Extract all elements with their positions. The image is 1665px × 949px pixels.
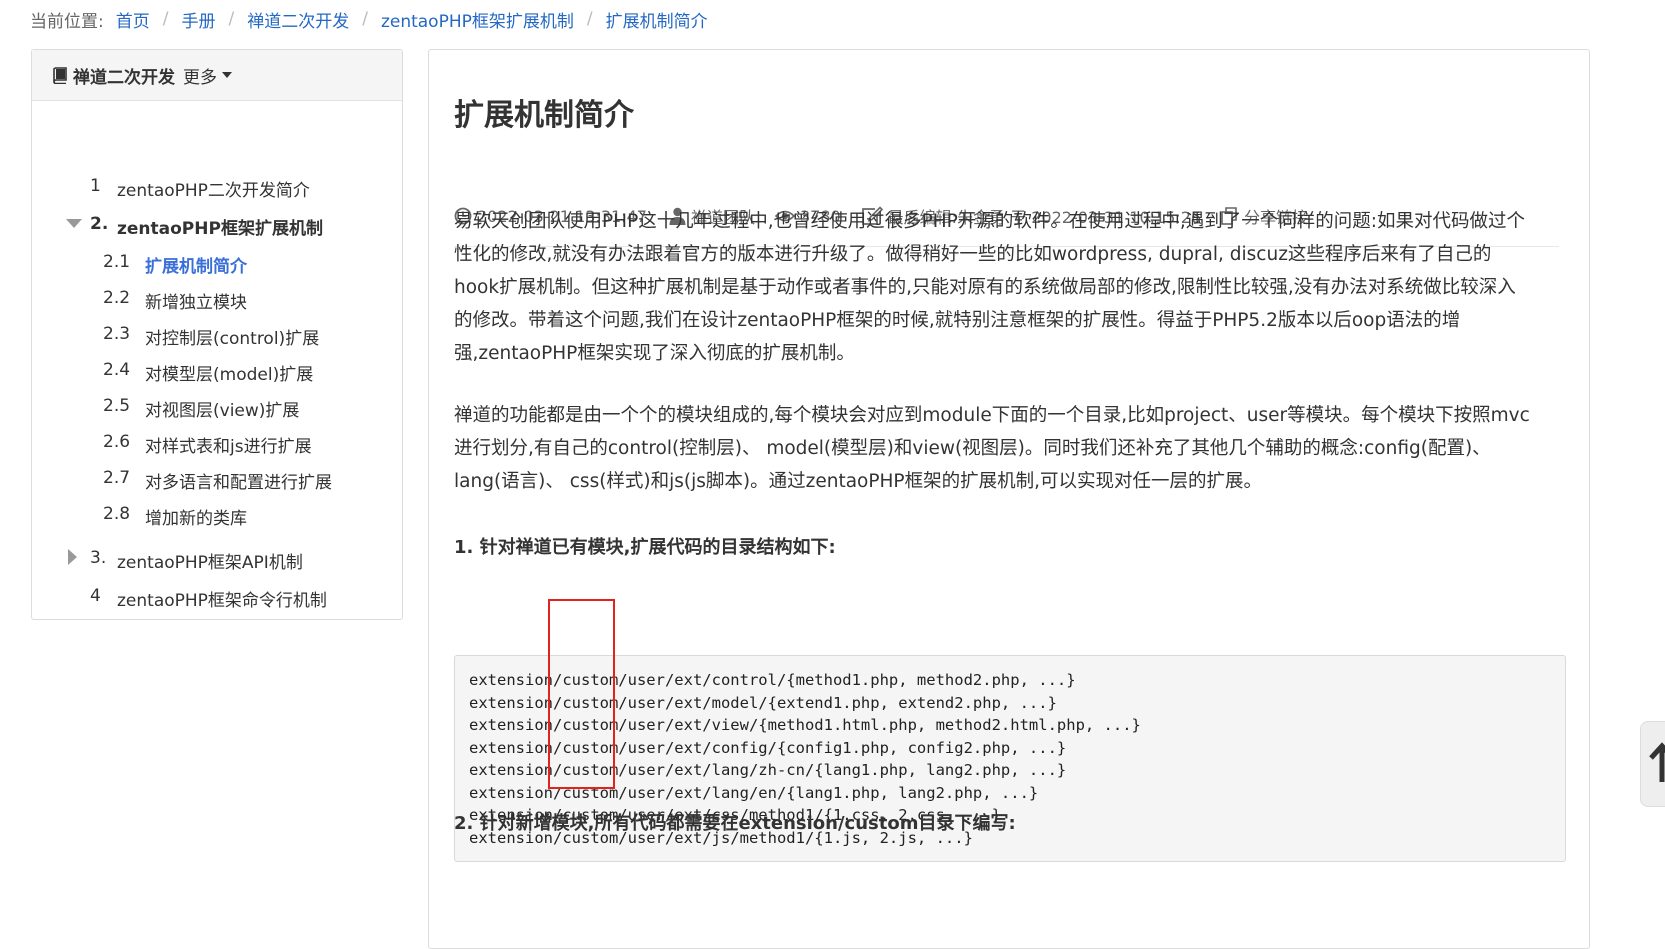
- toc-number: 2.4: [103, 360, 131, 380]
- code-line: extension/custom/user/ext/model/{extend1…: [469, 693, 1057, 712]
- code-line: extension/custom/user/ext/view/{method1.…: [469, 716, 1141, 734]
- toc-label: 对多语言和配置进行扩展: [145, 473, 332, 493]
- more-dropdown[interactable]: 更多: [183, 63, 232, 88]
- back-to-top-icon: [1649, 742, 1665, 782]
- breadcrumb-separator: /: [586, 9, 593, 29]
- book-icon: [53, 66, 67, 84]
- breadcrumb-extension-link[interactable]: zentaoPHP框架扩展机制: [381, 7, 574, 32]
- toc-label: 对视图层(view)扩展: [145, 401, 300, 421]
- more-label: 更多: [183, 67, 217, 88]
- toc-label: zentaoPHP二次开发简介: [117, 181, 310, 201]
- sidebar-title: 禅道二次开发: [73, 67, 175, 88]
- code-line: extension/custom/user/ext/config/{config…: [469, 738, 1067, 757]
- breadcrumb-home-link[interactable]: 首页: [116, 7, 150, 32]
- collapse-arrow-icon[interactable]: [66, 219, 82, 228]
- toc-label: 对样式表和js进行扩展: [145, 437, 312, 457]
- expand-arrow-icon[interactable]: [68, 549, 77, 565]
- toc-label: 增加新的类库: [145, 509, 247, 529]
- intro-paragraph-1: 易软天创团队使用PHP这十几年过程中,也曾经使用过很多PHP开源的软件。在使用过…: [454, 211, 1525, 364]
- code-line: extension/custom/user/ext/lang/en/{lang1…: [469, 783, 1039, 802]
- section-heading-2: 2. 针对新增模块,所有代码都需要在extension/custom目录下编写:: [454, 813, 1016, 834]
- sidebar-header: 禅道二次开发 更多: [32, 50, 402, 101]
- toc-number: 2.: [90, 214, 109, 234]
- caret-down-icon: [222, 72, 232, 78]
- breadcrumb-current-link[interactable]: 扩展机制简介: [606, 7, 708, 32]
- toc-label: 对模型层(model)扩展: [145, 365, 314, 385]
- article-panel: 扩展机制简介 2022-03-21 13:31:47 禅道团队 3780 最后编…: [428, 49, 1590, 949]
- toc-number: 2.7: [103, 468, 131, 488]
- toc-label: zentaoPHP框架命令行机制: [117, 591, 327, 611]
- toc-number: 2.2: [103, 288, 131, 308]
- toc-number: 2.1: [103, 252, 131, 272]
- toc-label: zentaoPHP框架扩展机制: [117, 219, 323, 239]
- breadcrumb-separator: /: [362, 9, 368, 29]
- toc-number: 1: [90, 176, 101, 196]
- breadcrumb: 当前位置: 首页 / 手册 / 禅道二次开发 / zentaoPHP框架扩展机制…: [30, 6, 708, 32]
- breadcrumb-separator: /: [228, 9, 235, 29]
- page-title: 扩展机制简介: [454, 98, 634, 133]
- breadcrumb-separator: /: [162, 9, 169, 29]
- toc-label: 扩展机制简介: [145, 257, 247, 277]
- intro-paragraph-2: 禅道的功能都是由一个个的模块组成的,每个模块会对应到module下面的一个目录,…: [454, 405, 1530, 492]
- toc-label: 对控制层(control)扩展: [145, 329, 320, 349]
- toc-number: 2.8: [103, 504, 131, 524]
- sidebar: 禅道二次开发 更多 1 zentaoPHP二次开发简介 2. zentaoPHP…: [31, 49, 403, 620]
- breadcrumb-dev-link[interactable]: 禅道二次开发: [247, 7, 349, 32]
- section-heading-1: 1. 针对禅道已有模块,扩展代码的目录结构如下:: [454, 537, 836, 558]
- toc-number: 4: [90, 586, 101, 606]
- code-line: extension/custom/user/ext/lang/zh-cn/{la…: [469, 761, 1067, 779]
- toc-number: 2.3: [103, 324, 131, 344]
- code-line: extension/custom/user/ext/control/{metho…: [469, 671, 1076, 689]
- toc-label: 新增独立模块: [145, 293, 247, 313]
- breadcrumb-label: 当前位置:: [30, 11, 104, 32]
- toc-number: 2.6: [103, 432, 131, 452]
- back-to-top-button[interactable]: [1640, 721, 1665, 807]
- toc-number: 3.: [90, 548, 107, 568]
- toc-number: 2.5: [103, 396, 131, 416]
- breadcrumb-manual-link[interactable]: 手册: [181, 7, 215, 32]
- toc-label: zentaoPHP框架API机制: [117, 553, 303, 573]
